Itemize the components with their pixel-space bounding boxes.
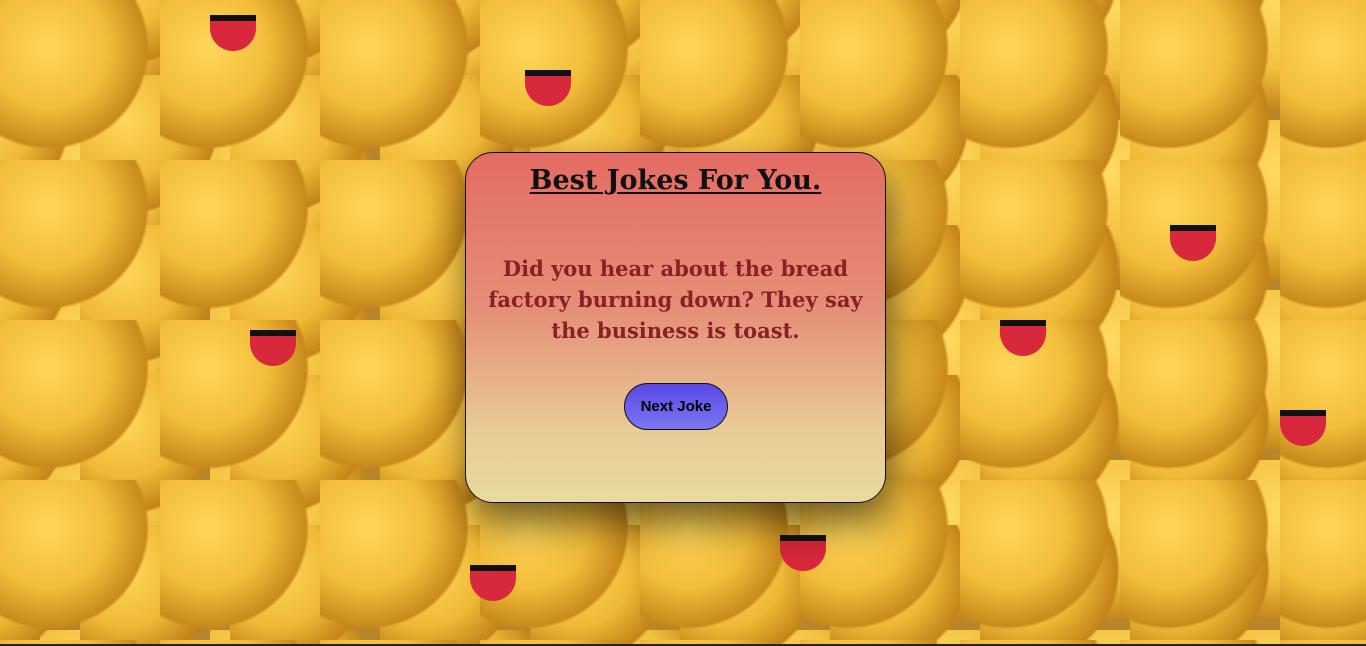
joke-text: Did you hear about the bread factory bur…	[488, 256, 863, 343]
page-title: Best Jokes For You.	[529, 165, 822, 196]
next-joke-button[interactable]: Next Joke	[624, 383, 728, 430]
joke-card: Best Jokes For You. Did you hear about t…	[465, 152, 886, 503]
emoji-mouth-icon	[470, 565, 516, 601]
emoji-mouth-icon	[1170, 225, 1216, 261]
emoji-mouth-icon	[210, 15, 256, 51]
emoji-mouth-icon	[525, 70, 571, 106]
emoji-mouth-icon	[780, 535, 826, 571]
emoji-mouth-icon	[250, 330, 296, 366]
emoji-mouth-icon	[1280, 410, 1326, 446]
emoji-mouth-icon	[1000, 320, 1046, 356]
